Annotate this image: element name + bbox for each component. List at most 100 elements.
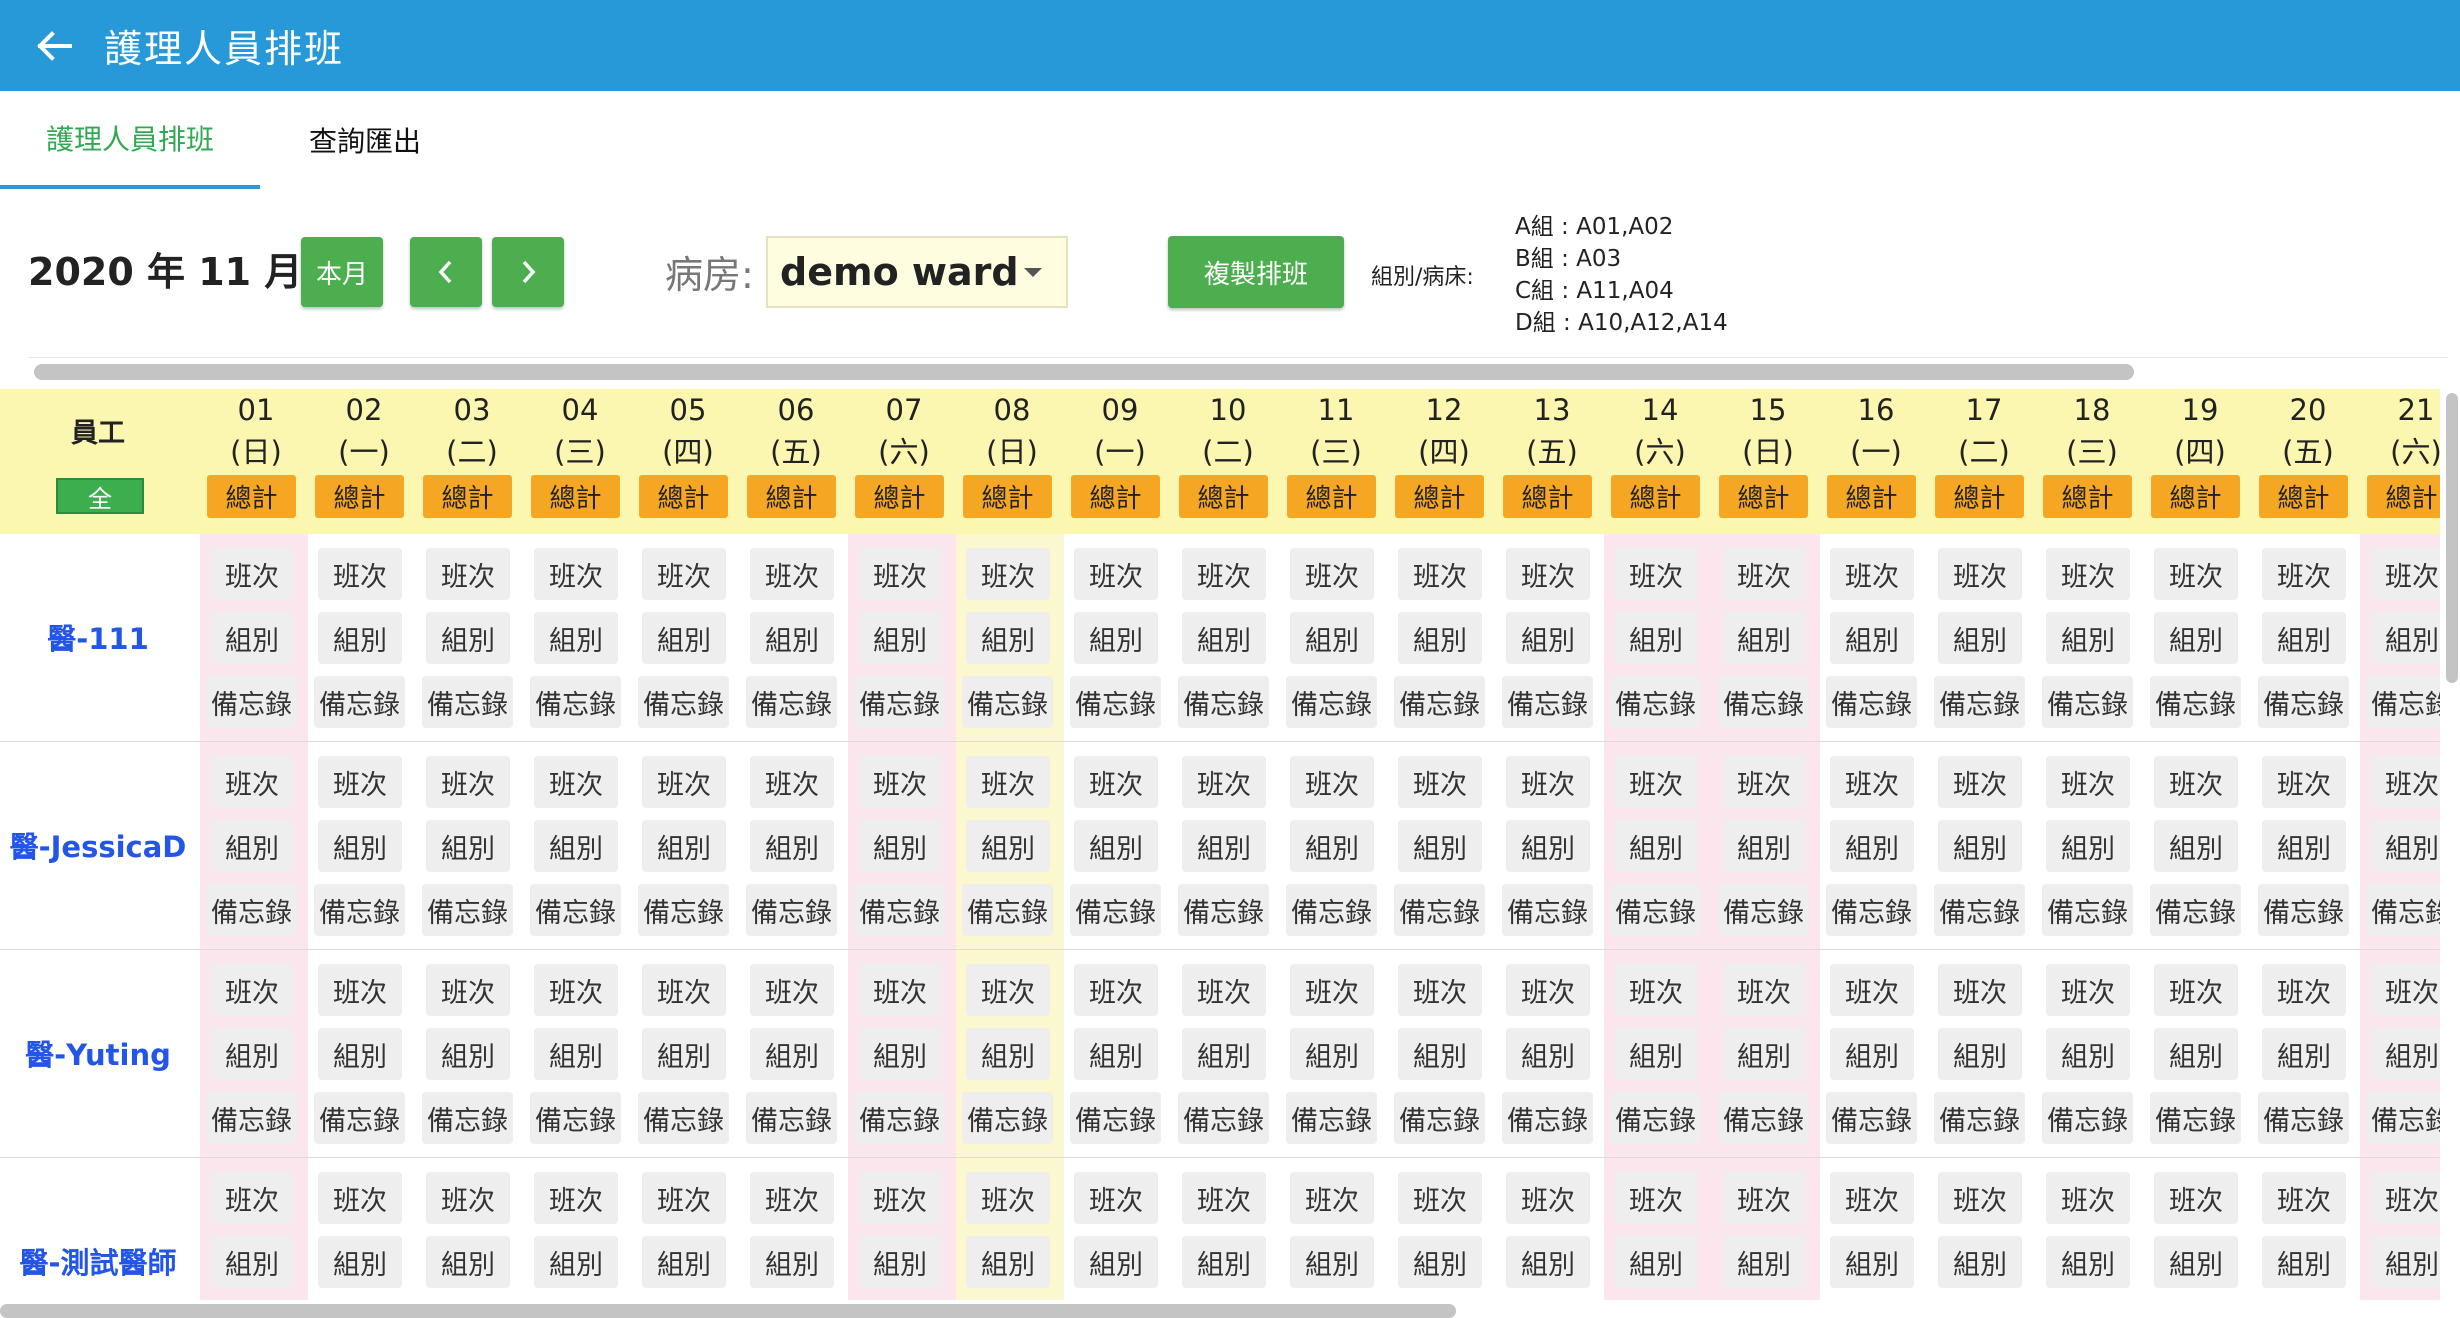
memo-cell-button[interactable]: 備忘錄 [530,676,621,728]
tab-schedule[interactable]: 護理人員排班 [0,91,260,189]
memo-cell-button[interactable]: 備忘錄 [1610,1092,1701,1144]
memo-cell-button[interactable]: 備忘錄 [1718,884,1809,936]
group-cell-button[interactable]: 組別 [1938,1028,2022,1080]
group-cell-button[interactable]: 組別 [318,820,402,872]
memo-cell-button[interactable]: 備忘錄 [1286,884,1377,936]
memo-cell-button[interactable]: 備忘錄 [1394,884,1485,936]
shift-cell-button[interactable]: 班次 [210,548,294,600]
shift-cell-button[interactable]: 班次 [2262,756,2346,808]
memo-cell-button[interactable]: 備忘錄 [1394,1092,1485,1144]
group-cell-button[interactable]: 組別 [1506,820,1590,872]
group-cell-button[interactable]: 組別 [1290,820,1374,872]
shift-cell-button[interactable]: 班次 [1506,964,1590,1016]
memo-cell-button[interactable]: 備忘錄 [1718,676,1809,728]
group-cell-button[interactable]: 組別 [642,612,726,664]
group-cell-button[interactable]: 組別 [858,1028,942,1080]
shift-cell-button[interactable]: 班次 [642,1172,726,1224]
shift-cell-button[interactable]: 班次 [318,548,402,600]
shift-cell-button[interactable]: 班次 [858,1172,942,1224]
shift-cell-button[interactable]: 班次 [1290,964,1374,1016]
group-cell-button[interactable]: 組別 [426,1236,510,1288]
shift-cell-button[interactable]: 班次 [1938,756,2022,808]
memo-cell-button[interactable]: 備忘錄 [530,884,621,936]
group-cell-button[interactable]: 組別 [642,1236,726,1288]
shift-cell-button[interactable]: 班次 [1938,1172,2022,1224]
group-cell-button[interactable]: 組別 [318,1236,402,1288]
memo-cell-button[interactable]: 備忘錄 [422,676,513,728]
memo-cell-button[interactable]: 備忘錄 [1934,1092,2025,1144]
memo-cell-button[interactable]: 備忘錄 [1070,676,1161,728]
memo-cell-button[interactable]: 備忘錄 [2258,1092,2349,1144]
memo-cell-button[interactable]: 備忘錄 [1502,884,1593,936]
group-cell-button[interactable]: 組別 [2046,820,2130,872]
shift-cell-button[interactable]: 班次 [1614,964,1698,1016]
shift-cell-button[interactable]: 班次 [1074,964,1158,1016]
group-cell-button[interactable]: 組別 [966,820,1050,872]
group-cell-button[interactable]: 組別 [318,612,402,664]
memo-cell-button[interactable]: 備忘錄 [2366,676,2440,728]
day-total-button[interactable]: 總計 [1071,475,1160,518]
shift-cell-button[interactable]: 班次 [1506,1172,1590,1224]
shift-cell-button[interactable]: 班次 [1722,756,1806,808]
group-cell-button[interactable]: 組別 [318,1028,402,1080]
group-cell-button[interactable]: 組別 [750,820,834,872]
shift-cell-button[interactable]: 班次 [858,756,942,808]
shift-cell-button[interactable]: 班次 [1398,964,1482,1016]
memo-cell-button[interactable]: 備忘錄 [206,676,297,728]
shift-cell-button[interactable]: 班次 [2046,1172,2130,1224]
day-total-button[interactable]: 總計 [531,475,620,518]
memo-cell-button[interactable]: 備忘錄 [1826,1092,1917,1144]
memo-cell-button[interactable]: 備忘錄 [1934,884,2025,936]
memo-cell-button[interactable]: 備忘錄 [638,676,729,728]
shift-cell-button[interactable]: 班次 [210,964,294,1016]
group-cell-button[interactable]: 組別 [1398,1028,1482,1080]
memo-cell-button[interactable]: 備忘錄 [1178,676,1269,728]
group-cell-button[interactable]: 組別 [1506,1028,1590,1080]
group-cell-button[interactable]: 組別 [534,820,618,872]
group-cell-button[interactable]: 組別 [966,612,1050,664]
group-cell-button[interactable]: 組別 [210,1028,294,1080]
memo-cell-button[interactable]: 備忘錄 [206,1092,297,1144]
shift-cell-button[interactable]: 班次 [750,548,834,600]
shift-cell-button[interactable]: 班次 [2262,548,2346,600]
shift-cell-button[interactable]: 班次 [1290,548,1374,600]
group-cell-button[interactable]: 組別 [1614,1236,1698,1288]
memo-cell-button[interactable]: 備忘錄 [2150,884,2241,936]
shift-cell-button[interactable]: 班次 [318,756,402,808]
shift-cell-button[interactable]: 班次 [210,756,294,808]
group-cell-button[interactable]: 組別 [210,1236,294,1288]
group-cell-button[interactable]: 組別 [966,1028,1050,1080]
shift-cell-button[interactable]: 班次 [2370,964,2440,1016]
shift-cell-button[interactable]: 班次 [1830,756,1914,808]
group-cell-button[interactable]: 組別 [2046,1236,2130,1288]
employee-name[interactable]: 醫-111 [0,616,196,658]
memo-cell-button[interactable]: 備忘錄 [1178,1092,1269,1144]
shift-cell-button[interactable]: 班次 [1182,756,1266,808]
next-month-button[interactable] [492,237,564,307]
group-cell-button[interactable]: 組別 [2154,1028,2238,1080]
group-cell-button[interactable]: 組別 [966,1236,1050,1288]
shift-cell-button[interactable]: 班次 [1506,756,1590,808]
group-cell-button[interactable]: 組別 [2370,1236,2440,1288]
memo-cell-button[interactable]: 備忘錄 [1502,676,1593,728]
group-cell-button[interactable]: 組別 [1074,612,1158,664]
group-cell-button[interactable]: 組別 [210,820,294,872]
shift-cell-button[interactable]: 班次 [1182,548,1266,600]
group-cell-button[interactable]: 組別 [1398,612,1482,664]
memo-cell-button[interactable]: 備忘錄 [746,1092,837,1144]
memo-cell-button[interactable]: 備忘錄 [1286,1092,1377,1144]
memo-cell-button[interactable]: 備忘錄 [1070,884,1161,936]
shift-cell-button[interactable]: 班次 [966,548,1050,600]
shift-cell-button[interactable]: 班次 [1506,548,1590,600]
group-cell-button[interactable]: 組別 [534,1236,618,1288]
group-cell-button[interactable]: 組別 [858,1236,942,1288]
group-cell-button[interactable]: 組別 [1074,1028,1158,1080]
shift-cell-button[interactable]: 班次 [858,964,942,1016]
memo-cell-button[interactable]: 備忘錄 [2042,1092,2133,1144]
memo-cell-button[interactable]: 備忘錄 [638,1092,729,1144]
memo-cell-button[interactable]: 備忘錄 [1934,676,2025,728]
day-total-button[interactable]: 總計 [1719,475,1808,518]
shift-cell-button[interactable]: 班次 [318,964,402,1016]
shift-cell-button[interactable]: 班次 [426,964,510,1016]
shift-cell-button[interactable]: 班次 [858,548,942,600]
